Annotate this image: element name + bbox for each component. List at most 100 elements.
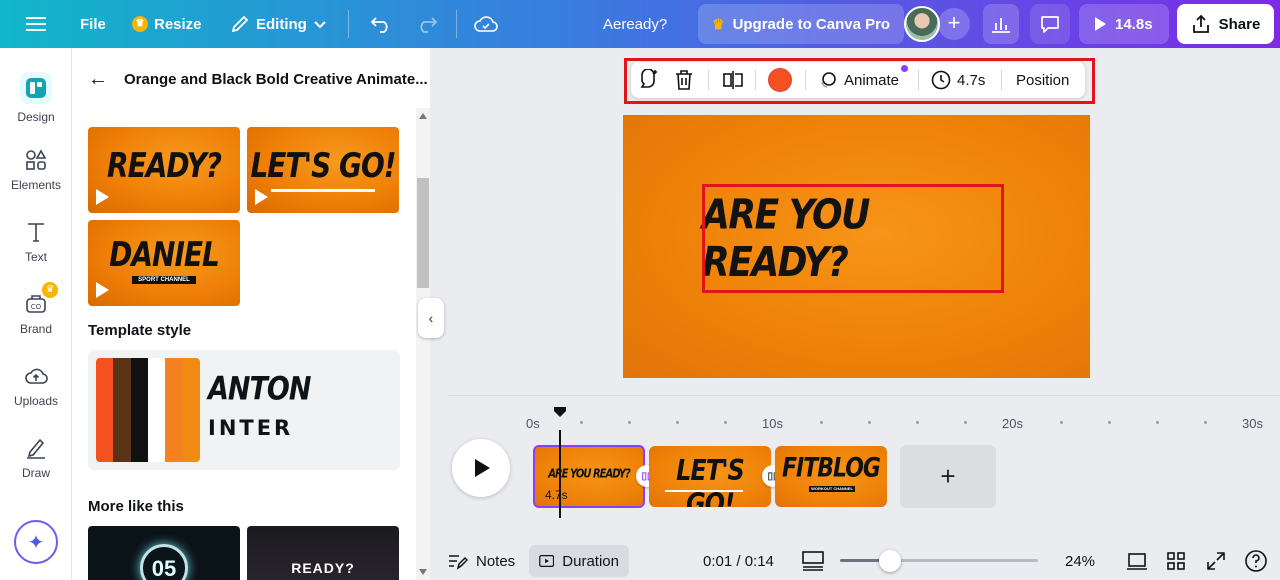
duration-toggle[interactable]: Duration	[529, 545, 629, 577]
collapse-panel-button[interactable]: ‹	[418, 298, 444, 338]
tick-dot	[964, 421, 967, 424]
split-button[interactable]	[722, 62, 744, 98]
comment-add-icon	[640, 69, 657, 88]
top-bar: File ♛ Resize Editing Aeready? ♛ Upgrade…	[0, 0, 1280, 48]
magic-button[interactable]: ✦	[14, 520, 58, 564]
tick-dot	[628, 421, 631, 424]
svg-text:CO: CO	[31, 303, 42, 311]
chevron-left-icon: ‹	[428, 310, 434, 326]
scrollbar-thumb[interactable]	[417, 178, 429, 288]
avatar[interactable]	[904, 6, 940, 42]
invite-button[interactable]: +	[938, 8, 970, 40]
animate-icon	[821, 72, 836, 88]
rail-item-elements[interactable]: Elements	[0, 148, 72, 192]
more-like-this-heading: More like this	[88, 498, 184, 515]
tick-dot	[820, 421, 823, 424]
tick-dot	[1156, 421, 1159, 424]
tick-dot	[724, 421, 727, 424]
template-thumbnail[interactable]: 05	[88, 526, 240, 580]
save-status[interactable]	[474, 0, 498, 48]
pencil-icon	[231, 15, 249, 33]
palette-swatch	[165, 358, 183, 462]
underline	[271, 189, 375, 192]
menu-icon	[26, 17, 46, 31]
editing-dropdown[interactable]: Editing	[230, 0, 327, 48]
time-readout: 0:01 / 0:14	[703, 552, 774, 570]
design-title[interactable]: Aeready?	[603, 0, 667, 48]
template-thumbnail[interactable]: DANIEL SPORT CHANNEL	[88, 220, 240, 306]
draw-icon	[27, 438, 45, 459]
fullscreen-icon[interactable]	[1203, 548, 1229, 574]
zoom-level[interactable]: 24%	[1065, 545, 1095, 577]
menu-button[interactable]	[26, 0, 46, 48]
template-thumbnail[interactable]: LET'S GO!	[247, 127, 399, 213]
undo-button[interactable]	[370, 0, 392, 48]
file-menu[interactable]: File	[80, 0, 106, 48]
analytics-icon	[992, 18, 1010, 33]
upgrade-button[interactable]: ♛ Upgrade to Canva Pro	[698, 4, 905, 44]
share-button[interactable]: Share	[1177, 4, 1274, 44]
tick-label: 10s	[762, 416, 783, 431]
resize-button[interactable]: ♛ Resize	[132, 0, 202, 48]
insights-button[interactable]	[983, 4, 1019, 44]
tick-dot	[1204, 421, 1207, 424]
font-secondary: INTER	[208, 416, 294, 440]
shapes-icon	[26, 149, 47, 170]
delete-button[interactable]	[674, 62, 694, 98]
panel-title: Orange and Black Bold Creative Animate..…	[124, 71, 428, 88]
playhead-handle[interactable]	[553, 406, 567, 418]
redo-icon	[420, 17, 438, 33]
plus-icon: +	[947, 10, 961, 35]
pages-icon[interactable]	[1124, 548, 1150, 574]
video-icon	[539, 555, 555, 567]
template-thumbnail[interactable]: READY?	[88, 127, 240, 213]
layout-icon[interactable]	[800, 548, 826, 574]
add-page-button[interactable]: +	[900, 445, 996, 508]
font-primary: ANTON	[208, 370, 311, 409]
template-thumbnail[interactable]: READY?	[247, 526, 399, 580]
grid-view-icon[interactable]	[1163, 548, 1189, 574]
back-arrow-icon[interactable]: ←	[88, 68, 108, 91]
rail-item-text[interactable]: Text	[0, 220, 72, 264]
notes-button[interactable]: Notes	[448, 545, 515, 577]
present-button[interactable]: 14.8s	[1079, 4, 1169, 44]
timeline-clip[interactable]: ARE YOU READY? 4.7s	[533, 445, 645, 508]
palette-swatch	[147, 358, 166, 462]
selection-highlight	[702, 184, 1004, 293]
divider	[456, 10, 457, 38]
color-swatch	[768, 68, 792, 92]
tick-dot	[676, 421, 679, 424]
rail-item-brand[interactable]: CO ♛ Brand	[0, 282, 72, 336]
playhead-line[interactable]	[559, 430, 561, 518]
rail-item-draw[interactable]: Draw	[0, 436, 72, 480]
timeline-play-button[interactable]	[452, 439, 510, 497]
template-style-heading: Template style	[88, 322, 192, 339]
cloud-icon	[474, 16, 498, 32]
background-color-button[interactable]	[768, 62, 792, 98]
sparkle-icon: ✦	[27, 531, 45, 554]
divider	[805, 70, 806, 90]
help-icon[interactable]	[1243, 548, 1269, 574]
play-icon	[96, 189, 109, 205]
panel-header: ← Orange and Black Bold Creative Animate…	[88, 68, 428, 91]
timeline-clip[interactable]: FITBLOG WORKOUT CHANNEL	[775, 446, 887, 507]
tick-label: 0s	[526, 416, 540, 431]
rail-item-design[interactable]: Design	[0, 72, 72, 124]
design-icon	[20, 72, 52, 104]
rail-item-uploads[interactable]: Uploads	[0, 364, 72, 408]
position-button[interactable]: Position	[1016, 62, 1069, 98]
divider	[755, 70, 756, 90]
timeline-clip[interactable]: LET'S GO!	[649, 446, 771, 507]
zoom-slider-handle[interactable]	[879, 550, 901, 572]
animate-button[interactable]: Animate	[818, 62, 899, 98]
scroll-down-icon[interactable]	[419, 569, 427, 575]
palette-swatch	[96, 358, 114, 462]
template-style-card[interactable]: ANTON INTER	[88, 350, 400, 470]
scroll-up-icon[interactable]	[419, 113, 427, 119]
redo-button[interactable]	[416, 0, 438, 48]
comments-button[interactable]	[1030, 4, 1070, 44]
duration-button[interactable]: 4.7s	[931, 62, 985, 98]
color-palette	[96, 358, 200, 462]
upload-icon	[1192, 14, 1209, 33]
add-comment-button[interactable]	[638, 62, 660, 98]
